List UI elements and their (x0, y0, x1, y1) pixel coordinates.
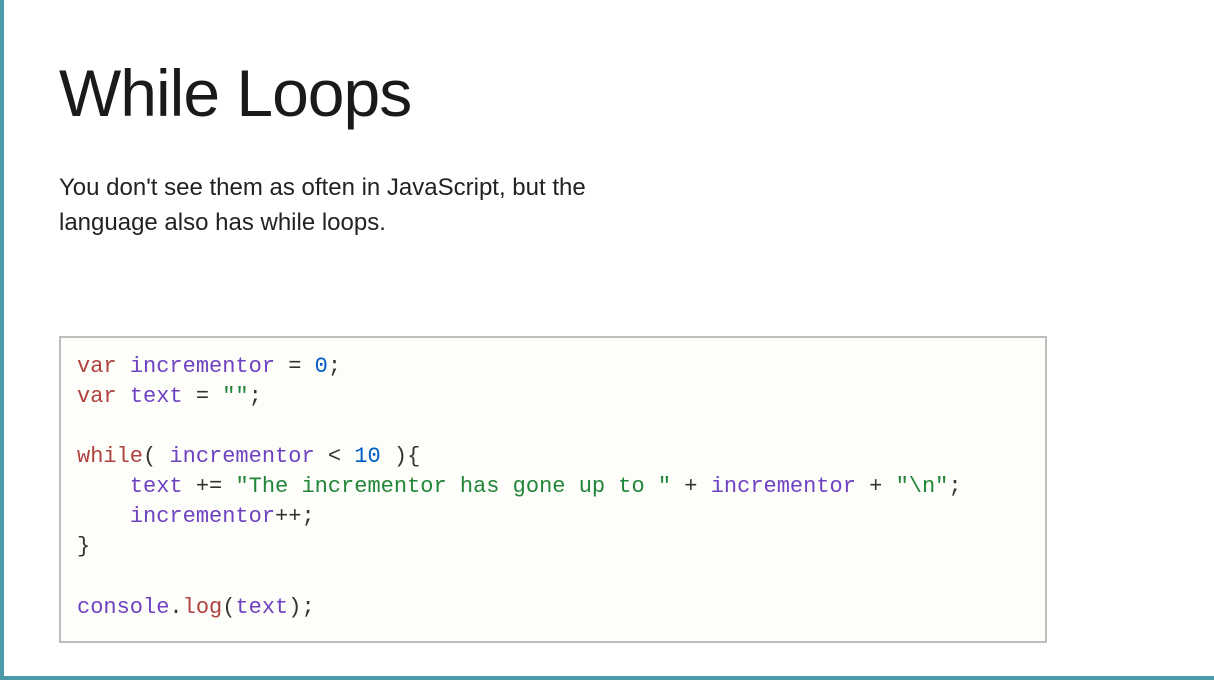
code-token: var (77, 384, 117, 409)
code-token: 10 (354, 444, 380, 469)
code-token: + (856, 474, 896, 499)
code-token (77, 474, 130, 499)
slide-heading: While Loops (59, 55, 1164, 131)
code-token: ; (948, 474, 961, 499)
code-token: += (183, 474, 236, 499)
code-token: < (315, 444, 355, 469)
code-token: incrementor (130, 354, 275, 379)
code-token: ); (288, 595, 314, 620)
code-token: incrementor (169, 444, 314, 469)
code-token: text (130, 474, 183, 499)
code-token: "" (222, 384, 248, 409)
code-token: while (77, 444, 143, 469)
code-token: ; (328, 354, 341, 379)
code-token: "The incrementor has gone up to " (235, 474, 671, 499)
slide-subtitle: You don't see them as often in JavaScrip… (59, 171, 599, 241)
code-token: . (169, 595, 182, 620)
code-token: ){ (381, 444, 421, 469)
code-token: 0 (315, 354, 328, 379)
code-example: var incrementor = 0; var text = ""; whil… (59, 336, 1047, 643)
code-token (77, 504, 130, 529)
code-token: text (130, 384, 183, 409)
code-token: "\n" (896, 474, 949, 499)
code-token: = (275, 354, 315, 379)
code-token: ( (222, 595, 235, 620)
code-token: incrementor (711, 474, 856, 499)
code-token: = (183, 384, 223, 409)
code-token: } (77, 534, 90, 559)
code-token: log (183, 595, 223, 620)
code-token: console (77, 595, 169, 620)
code-token: ; (249, 384, 262, 409)
code-token: var (77, 354, 117, 379)
code-token: + (671, 474, 711, 499)
code-token: ++; (275, 504, 315, 529)
code-token: ( (143, 444, 169, 469)
code-token: text (235, 595, 288, 620)
code-token: incrementor (130, 504, 275, 529)
